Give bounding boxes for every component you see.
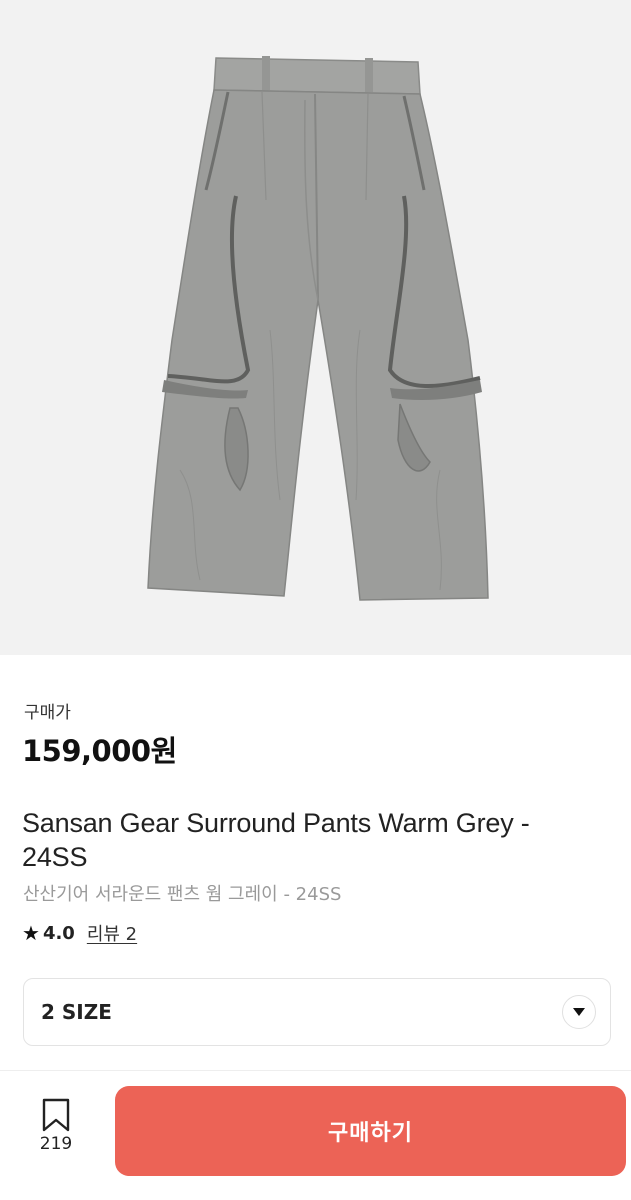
review-link[interactable]: 리뷰 2 bbox=[87, 920, 137, 946]
chevron-down-icon[interactable] bbox=[562, 995, 596, 1029]
size-select[interactable]: 2 SIZE bbox=[23, 978, 611, 1046]
wishlist-button[interactable]: 219 bbox=[30, 1098, 82, 1154]
product-image[interactable] bbox=[0, 0, 631, 655]
product-subtitle: 산산기어 서라운드 팬츠 웜 그레이 - 24SS bbox=[23, 884, 342, 905]
rating-row: ★ 4.0 리뷰 2 bbox=[22, 920, 137, 946]
star-icon: ★ bbox=[22, 921, 40, 945]
buy-button[interactable]: 구매하기 bbox=[115, 1086, 626, 1176]
price-label: 구매가 bbox=[24, 703, 71, 723]
grey-pants-photo bbox=[147, 56, 489, 601]
bottom-bar-divider bbox=[0, 1070, 631, 1071]
rating-value: 4.0 bbox=[42, 922, 75, 944]
price: 159,000원 bbox=[22, 734, 177, 768]
product-title: Sansan Gear Surround Pants Warm Grey - 2… bbox=[22, 808, 530, 872]
wishlist-count: 219 bbox=[39, 1134, 73, 1154]
size-selected: 2 SIZE bbox=[41, 1000, 112, 1024]
bookmark-icon bbox=[42, 1098, 70, 1132]
